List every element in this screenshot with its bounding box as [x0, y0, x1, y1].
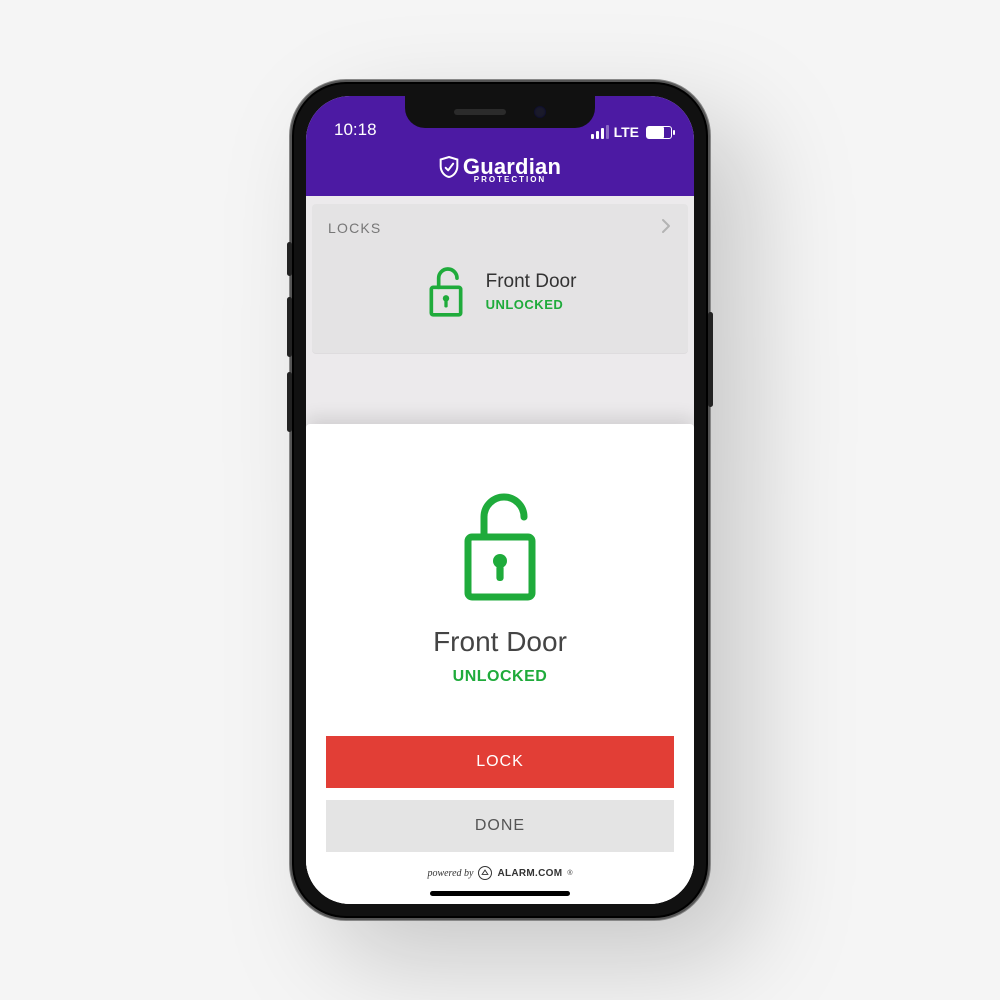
phone-frame: 10:18 LTE [290, 80, 710, 920]
cellular-signal-icon [591, 125, 609, 139]
phone-mockup: 10:18 LTE [290, 80, 710, 920]
front-camera [534, 106, 546, 118]
lock-name: Front Door [486, 271, 577, 293]
power-button [708, 312, 713, 407]
lock-row[interactable]: Front Door UNLOCKED [312, 245, 688, 353]
clock: 10:18 [334, 120, 377, 140]
network-label: LTE [614, 124, 639, 140]
lock-row-text: Front Door UNLOCKED [486, 271, 577, 312]
provider-name: ALARM.COM [497, 868, 562, 879]
alarm-logo-icon [478, 866, 492, 880]
done-button[interactable]: DONE [326, 800, 674, 852]
lock-detail-sheet: Front Door UNLOCKED LOCK DONE powered by… [306, 424, 694, 904]
card-gap [312, 357, 688, 367]
modal-lock-name: Front Door [433, 626, 567, 658]
powered-by-footer: powered by ALARM.COM ® [427, 866, 572, 880]
registered-mark: ® [567, 870, 572, 877]
status-bar-right: LTE [591, 124, 672, 140]
earpiece-speaker [454, 109, 506, 115]
notch [405, 96, 595, 128]
volume-up-button [287, 297, 292, 357]
unlock-icon [424, 263, 468, 319]
modal-lock-state: UNLOCKED [453, 668, 548, 686]
brand-logo: Guardian PROTECTION [439, 156, 561, 184]
silence-switch [287, 242, 292, 276]
app-header: Guardian PROTECTION [306, 144, 694, 196]
volume-down-button [287, 372, 292, 432]
shield-icon [439, 156, 459, 178]
lock-button[interactable]: LOCK [326, 736, 674, 788]
home-indicator[interactable] [430, 891, 570, 896]
powered-by-label: powered by [427, 868, 473, 879]
brand-subtitle: PROTECTION [459, 176, 561, 184]
screen: 10:18 LTE [306, 96, 694, 904]
unlock-icon [452, 484, 548, 606]
locks-card[interactable]: LOCKS [312, 204, 688, 353]
locks-header-label: LOCKS [328, 220, 381, 236]
locks-card-header[interactable]: LOCKS [312, 204, 688, 245]
lock-state: UNLOCKED [486, 297, 577, 312]
content-area: LOCKS [306, 196, 694, 904]
battery-icon [646, 126, 672, 139]
chevron-right-icon [660, 218, 672, 237]
